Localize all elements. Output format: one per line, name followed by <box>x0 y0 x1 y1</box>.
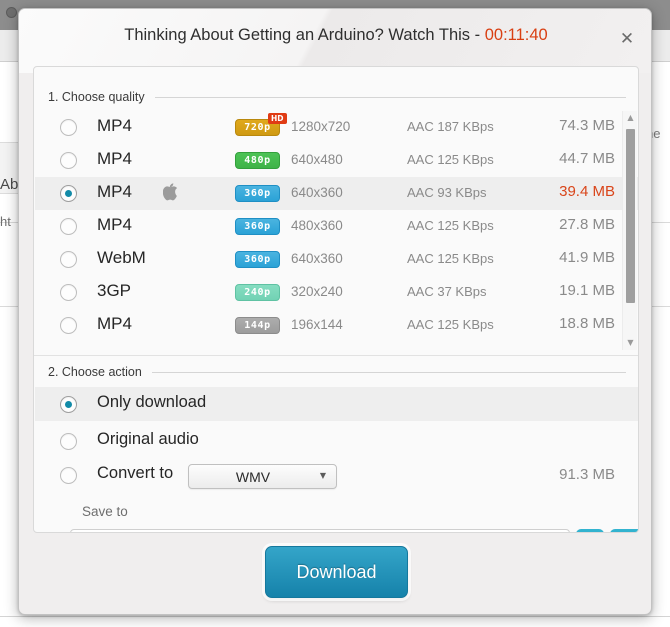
radio-quality-4[interactable] <box>60 251 77 268</box>
quality-filesize: 27.8 MB <box>559 216 615 233</box>
quality-row[interactable]: MP4 360p 480x360 AAC 125 KBps 27.8 MB <box>35 210 638 243</box>
quality-resolution: 196x144 <box>291 317 343 332</box>
quality-row[interactable]: WebM 360p 640x360 AAC 125 KBps 41.9 MB <box>35 243 638 276</box>
quality-format-label: MP4 <box>97 215 132 234</box>
convert-format-value: WMV <box>235 469 271 485</box>
radio-quality-5[interactable] <box>60 284 77 301</box>
quality-codec: AAC 37 KBps <box>407 284 487 299</box>
resolution-badge: 144p <box>235 317 280 334</box>
quality-row[interactable]: MP4 720p HD 1280x720 AAC 187 KBps 74.3 MB <box>35 111 638 144</box>
quality-format-label: 3GP <box>97 281 132 300</box>
radio-quality-1[interactable] <box>60 152 77 169</box>
quality-row[interactable]: MP4 360p 640x360 AAC 93 KBps 39.4 MB <box>35 177 638 210</box>
quality-resolution: 640x360 <box>291 251 343 266</box>
dialog-content-panel: 1. Choose quality MP4 720p HD 1280x720 AAC 1… <box>33 66 639 533</box>
quality-filesize: 39.4 MB <box>559 183 615 200</box>
download-dialog: Thinking About Getting an Arduino? Watch… <box>18 8 652 615</box>
quality-codec: AAC 125 KBps <box>407 317 494 332</box>
hd-tag: HD <box>268 113 287 124</box>
quality-resolution: 640x360 <box>291 185 343 200</box>
quality-filesize: 41.9 MB <box>559 249 615 266</box>
apple-icon <box>162 183 178 206</box>
choose-quality-header: 1. Choose quality <box>48 88 626 106</box>
background-text-fragment: ht <box>0 214 11 229</box>
action-original-audio[interactable]: Original audio <box>35 424 638 458</box>
quality-format-label: MP4 <box>97 182 132 201</box>
resolution-badge: 360p <box>235 251 280 268</box>
quality-resolution: 1280x720 <box>291 119 351 134</box>
resolution-badge: 240p <box>235 284 280 301</box>
quality-row[interactable]: 3GP 240p 320x240 AAC 37 KBps 19.1 MB <box>35 276 638 309</box>
action-convert-to[interactable]: Convert to WMV ▼ 91.3 MB <box>35 458 638 492</box>
resolution-badge: 480p <box>235 152 280 169</box>
dialog-titlebar: Thinking About Getting an Arduino? Watch… <box>19 9 651 65</box>
quality-options-list[interactable]: MP4 720p HD 1280x720 AAC 187 KBps 74.3 MB MP4 4… <box>35 111 638 350</box>
resolution-badge: 360p <box>235 218 280 235</box>
choose-quality-label: 1. Choose quality <box>48 90 145 104</box>
chevron-down-icon: ▼ <box>319 471 326 480</box>
scrollbar-thumb[interactable] <box>626 129 635 303</box>
quality-resolution: 640x480 <box>291 152 343 167</box>
radio-only-download[interactable] <box>60 396 77 413</box>
only-download-label: Only download <box>97 393 207 411</box>
video-duration: 00:11:40 <box>484 26 548 44</box>
quality-filesize: 19.1 MB <box>559 282 615 299</box>
quality-filesize: 18.8 MB <box>559 315 615 332</box>
quality-codec: AAC 187 KBps <box>407 119 494 134</box>
radio-quality-6[interactable] <box>60 317 77 334</box>
quality-codec: AAC 125 KBps <box>407 218 494 233</box>
background-window-dot-icon <box>6 7 17 18</box>
quality-format-label: WebM <box>97 248 146 267</box>
quality-list-scrollbar[interactable]: ▲ ▼ <box>622 111 637 350</box>
dialog-title: Thinking About Getting an Arduino? Watch… <box>19 26 651 45</box>
scroll-up-icon[interactable]: ▲ <box>623 111 638 125</box>
original-audio-label: Original audio <box>97 430 199 448</box>
dialog-title-text: Thinking About Getting an Arduino? Watch… <box>124 26 485 44</box>
quality-format-label: MP4 <box>97 116 132 135</box>
section-divider <box>34 355 638 356</box>
quality-codec: AAC 93 KBps <box>407 185 487 200</box>
save-path-input[interactable] <box>70 529 570 532</box>
convert-format-select[interactable]: WMV ▼ <box>188 464 337 489</box>
quality-resolution: 480x360 <box>291 218 343 233</box>
quality-codec: AAC 125 KBps <box>407 152 494 167</box>
header-rule <box>154 96 626 98</box>
resolution-badge: 360p <box>235 185 280 202</box>
convert-to-label: Convert to <box>97 464 174 482</box>
quality-row[interactable]: MP4 480p 640x480 AAC 125 KBps 44.7 MB <box>35 144 638 177</box>
browse-folder-button[interactable] <box>576 529 604 532</box>
quality-codec: AAC 125 KBps <box>407 251 494 266</box>
background-text-fragment: Ab <box>0 176 19 193</box>
convert-size-label: 91.3 MB <box>559 466 615 483</box>
download-button[interactable]: Download <box>265 546 408 598</box>
close-icon[interactable]: ✕ <box>615 27 639 51</box>
download-button-label: Download <box>296 561 377 582</box>
radio-quality-2[interactable] <box>60 185 77 202</box>
background-statusbar <box>0 616 670 627</box>
scroll-down-icon[interactable]: ▼ <box>623 336 638 350</box>
quality-format-label: MP4 <box>97 314 132 333</box>
radio-convert-to[interactable] <box>60 467 77 484</box>
quality-resolution: 320x240 <box>291 284 343 299</box>
quality-filesize: 74.3 MB <box>559 117 615 134</box>
open-folder-button[interactable] <box>610 529 638 532</box>
header-rule <box>151 371 626 373</box>
action-only-download[interactable]: Only download <box>35 387 638 421</box>
quality-row[interactable]: MP4 144p 196x144 AAC 125 KBps 18.8 MB <box>35 309 638 342</box>
radio-original-audio[interactable] <box>60 433 77 450</box>
radio-quality-3[interactable] <box>60 218 77 235</box>
choose-action-header: 2. Choose action <box>48 363 626 381</box>
radio-quality-0[interactable] <box>60 119 77 136</box>
quality-format-label: MP4 <box>97 149 132 168</box>
save-to-label: Save to <box>82 504 128 519</box>
quality-filesize: 44.7 MB <box>559 150 615 167</box>
choose-action-label: 2. Choose action <box>48 365 142 379</box>
